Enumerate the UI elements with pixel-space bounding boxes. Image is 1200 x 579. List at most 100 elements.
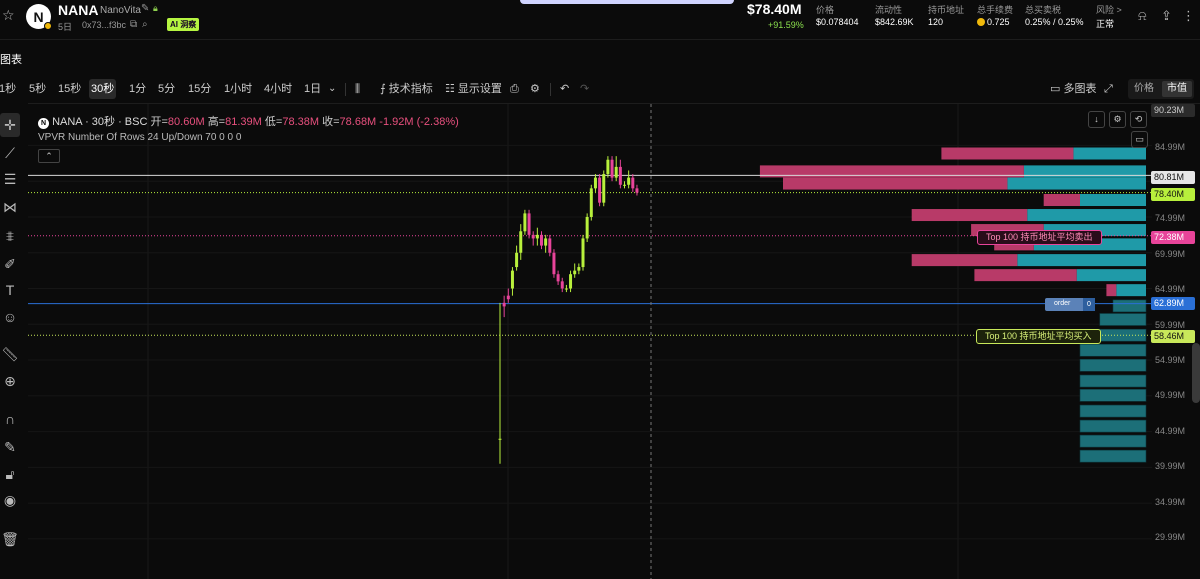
magnet-icon[interactable]: ∩ <box>0 407 20 431</box>
fullscreen-icon[interactable]: ⤢ <box>1102 79 1115 99</box>
price-tag-avg-sell: 72.38M <box>1151 231 1195 244</box>
candle-body <box>585 216 589 239</box>
candle-body <box>498 438 502 440</box>
token-name: NanoVita <box>100 5 141 16</box>
fib-icon[interactable]: ⩨ <box>0 224 20 248</box>
vpvr-legend[interactable]: VPVR Number Of Rows 24 Up/Down 70 0 0 0 <box>38 132 241 143</box>
candle-body <box>577 267 581 271</box>
stat-value-risk: 正常 <box>1096 19 1115 29</box>
screenshot-icon[interactable]: ⎙ <box>508 79 521 99</box>
lock-icon[interactable]: 🔓︎ <box>0 462 20 486</box>
candle-body <box>635 188 639 193</box>
horizontal-lines-icon[interactable]: ☰ <box>0 167 20 191</box>
candle-body <box>627 177 631 185</box>
candle-type-icon[interactable]: ⫼ <box>353 79 362 99</box>
interval-1d[interactable]: 1日 <box>302 79 323 99</box>
candle-body <box>531 234 535 239</box>
settings-gear-icon[interactable]: ⚙ <box>528 79 542 99</box>
candle-body <box>540 234 543 246</box>
crosshair-icon[interactable]: ✛ <box>0 113 20 137</box>
app-root: ☆ N NANA NanoVita ✎ 🔒︎ 5日 0x73...f3bc ⧉ … <box>0 0 1200 579</box>
interval-1s[interactable]: 1秒 <box>0 79 18 99</box>
ai-insight-button[interactable]: AI 洞察 <box>167 18 200 31</box>
pattern-icon[interactable]: ⋈ <box>0 195 20 219</box>
candle-body <box>515 252 519 268</box>
volume-profile-buy-bar <box>1116 284 1146 297</box>
volume-profile-buy-bar <box>1027 209 1146 222</box>
interval-5m[interactable]: 5分 <box>156 79 177 99</box>
contract-address[interactable]: 0x73...f3bc <box>82 20 126 30</box>
volume-profile-sell-bar <box>911 209 1028 222</box>
emoji-icon[interactable]: ☺ <box>0 305 20 329</box>
trendline-icon[interactable]: ⟋ <box>0 141 20 165</box>
candle-body <box>610 159 614 178</box>
display-settings-label: 显示设置 <box>457 83 502 95</box>
avg-buy-annotation[interactable]: Top 100 持币地址平均买入 <box>976 329 1101 344</box>
token-symbol: NANA <box>58 2 99 18</box>
alert-icon[interactable]: ⍾ <box>1138 8 1147 24</box>
legend-open-label: 开= <box>150 116 168 128</box>
right-scrollbar[interactable] <box>1192 343 1200 403</box>
order-marker[interactable]: order 0 <box>1045 298 1095 311</box>
eye-icon[interactable]: ◉ <box>0 488 20 512</box>
copy-icon[interactable]: ⧉ <box>130 19 137 30</box>
volume-profile-sell-bar <box>783 177 1008 190</box>
zoom-in-icon[interactable]: ⊕ <box>0 369 20 393</box>
lock-drawing-icon[interactable]: ✎ <box>0 435 20 459</box>
edit-icon[interactable]: ✎ <box>141 3 149 14</box>
stat-value-fees: 0.725 <box>977 17 1010 27</box>
interval-4h[interactable]: 4小时 <box>262 79 294 99</box>
stat-label-liquidity: 流动性 <box>875 5 903 15</box>
more-icon[interactable]: ⋮ <box>1182 8 1195 24</box>
candle-body <box>606 159 610 175</box>
collapse-legend-button[interactable]: ⌃ <box>38 149 60 163</box>
candle-body <box>506 295 510 300</box>
top-tab-indicator <box>520 0 734 4</box>
candle-body <box>569 274 573 289</box>
redo-icon[interactable]: ↷ <box>578 79 591 99</box>
price-tick: 64.99M <box>1155 284 1186 294</box>
undo-icon[interactable]: ↶ <box>558 79 571 99</box>
interval-dropdown-icon[interactable]: ⌄ <box>326 79 338 99</box>
interval-30s[interactable]: 30秒 <box>89 79 117 99</box>
market-cap-change: +91.59% <box>768 20 804 30</box>
price-tag-avg-buy: 58.46M <box>1151 330 1195 343</box>
expand-axis-icon[interactable]: ▭ <box>1131 131 1148 148</box>
avg-sell-annotation[interactable]: Top 100 持币地址平均卖出 <box>977 230 1102 245</box>
volume-profile-sell-bar <box>1106 284 1117 297</box>
chart-settings-icon[interactable]: ⚙ <box>1109 111 1126 128</box>
interval-1m[interactable]: 1分 <box>127 79 148 99</box>
candle-body <box>510 270 514 289</box>
multi-chart-button[interactable]: ▭ 多图表 <box>1048 79 1098 99</box>
interval-15s[interactable]: 15秒 <box>56 79 83 99</box>
favorite-star-icon[interactable]: ☆ <box>2 7 15 24</box>
interval-1h[interactable]: 1小时 <box>222 79 254 99</box>
multi-chart-icon: ▭ <box>1050 83 1064 95</box>
mode-price-button[interactable]: 价格 <box>1129 81 1159 97</box>
share-icon[interactable]: ⇪ <box>1161 8 1172 24</box>
scroll-down-icon[interactable]: ↓ <box>1088 111 1105 128</box>
price-tick: 74.99M <box>1155 213 1186 223</box>
interval-15m[interactable]: 15分 <box>186 79 213 99</box>
stat-value-price: $0.078404 <box>816 17 859 27</box>
interval-5s[interactable]: 5秒 <box>27 79 48 99</box>
volume-profile-buy-bar <box>1079 389 1147 402</box>
lock-icon: 🔒︎ <box>153 3 158 13</box>
trash-icon[interactable]: 🗑︎ <box>0 527 20 551</box>
brush-icon[interactable]: ✐ <box>0 252 20 276</box>
volume-profile-buy-bar <box>1079 374 1147 388</box>
mode-marketcap-button[interactable]: 市值 <box>1162 81 1192 97</box>
legend-open: 80.60M <box>167 116 205 128</box>
price-axis-top: 90.23M <box>1151 104 1195 117</box>
search-icon[interactable]: ⌕ <box>142 19 148 30</box>
indicators-button[interactable]: ⨍ 技术指标 <box>378 79 435 99</box>
token-age: 5日 <box>58 22 73 32</box>
token-header: ☆ N NANA NanoVita ✎ 🔒︎ 5日 0x73...f3bc ⧉ … <box>0 0 1200 40</box>
reset-chart-icon[interactable]: ⟲ <box>1130 111 1147 128</box>
ruler-icon[interactable]: 📏︎ <box>0 342 20 366</box>
stat-label-risk[interactable]: 风险 > <box>1096 3 1122 16</box>
candle-body <box>602 174 606 203</box>
text-icon[interactable]: T <box>0 278 20 302</box>
candle-body <box>548 238 552 253</box>
display-settings-button[interactable]: ☷ 显示设置 <box>443 79 504 99</box>
